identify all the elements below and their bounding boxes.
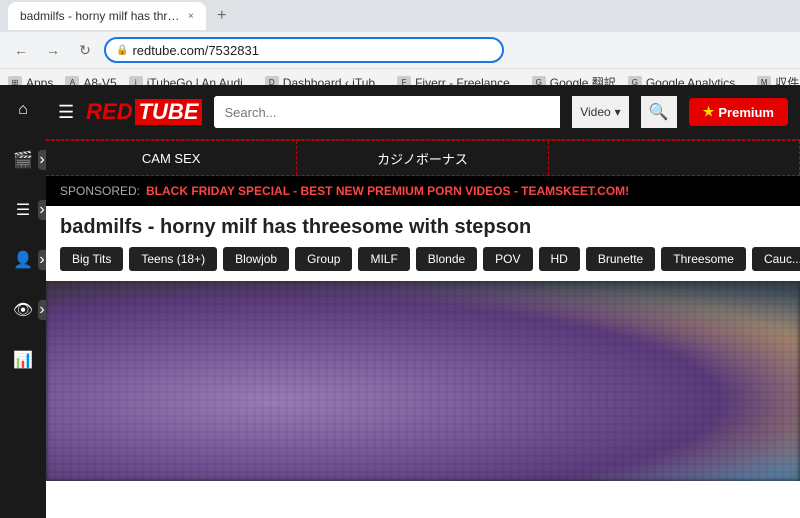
pixel-overlay (46, 281, 800, 481)
tag-threesome[interactable]: Threesome (661, 247, 746, 271)
tag-hd[interactable]: HD (539, 247, 580, 271)
sponsored-link[interactable]: BLACK FRIDAY SPECIAL - BEST NEW PREMIUM … (146, 184, 629, 198)
chevron-down-icon: ▾ (615, 105, 621, 119)
site-header: ☰ REDTUBE Video ▾ 🔍 ★ Premium (46, 85, 800, 140)
url-text: redtube.com/7532831 (132, 43, 492, 58)
sidebar-categories[interactable]: ☰ › (0, 185, 46, 235)
tag-teens[interactable]: Teens (18+) (129, 247, 217, 271)
premium-button[interactable]: ★ Premium (689, 98, 788, 126)
active-tab[interactable]: badmilfs - horny milf has thre... × (8, 2, 206, 30)
hamburger-menu[interactable]: ☰ (58, 102, 74, 123)
tab-bar: badmilfs - horny milf has thre... × + (0, 0, 800, 32)
nav-strip: CAM SEX カジノボーナス (46, 140, 800, 176)
search-input[interactable] (224, 105, 550, 120)
site-logo[interactable]: REDTUBE (86, 99, 202, 125)
sidebar-home[interactable]: ⌂ (0, 85, 46, 135)
sidebar-discover[interactable]: 👁 › (0, 285, 46, 335)
premium-label: Premium (718, 105, 774, 120)
sponsored-bar: SPONSORED: BLACK FRIDAY SPECIAL - BEST N… (46, 176, 800, 206)
video-title: badmilfs - horny milf has threesome with… (46, 206, 800, 247)
sidebar: ⌂ 🎬 › ☰ › 👤 › 👁 › 📊 (0, 85, 46, 518)
back-button[interactable]: ← (8, 37, 34, 63)
site-content: ⌂ 🎬 › ☰ › 👤 › 👁 › 📊 ☰ REDTUBE (0, 85, 800, 518)
expand-arrow-3[interactable]: › (38, 250, 46, 270)
refresh-button[interactable]: ↻ (72, 37, 98, 63)
nav-casino[interactable]: カジノボーナス (297, 141, 548, 175)
expand-arrow-2[interactable]: › (38, 200, 46, 220)
tab-close-button[interactable]: × (188, 11, 194, 22)
main-content: SPONSORED: BLACK FRIDAY SPECIAL - BEST N… (46, 176, 800, 518)
new-tab-button[interactable]: + (210, 4, 234, 28)
nav-more[interactable] (549, 141, 800, 175)
expand-arrow[interactable]: › (38, 150, 46, 170)
search-bar (214, 96, 560, 128)
search-type-dropdown[interactable]: Video ▾ (572, 96, 629, 128)
stats-icon: 📊 (13, 350, 33, 370)
video-icon: 🎬 (13, 150, 33, 170)
logo-tube-text: TUBE (135, 99, 203, 125)
nav-cam-sex[interactable]: CAM SEX (46, 141, 297, 175)
search-icon: 🔍 (649, 102, 669, 122)
sidebar-account[interactable]: 👤 › (0, 235, 46, 285)
sidebar-stats[interactable]: 📊 (0, 335, 46, 385)
sidebar-videos[interactable]: 🎬 › (0, 135, 46, 185)
tag-brunette[interactable]: Brunette (586, 247, 655, 271)
discover-icon: 👁 (13, 300, 33, 320)
tag-cauc[interactable]: Cauc... (752, 247, 800, 271)
address-bar[interactable]: 🔒 redtube.com/7532831 (104, 37, 504, 63)
tag-milf[interactable]: MILF (358, 247, 409, 271)
search-type-label: Video (580, 105, 610, 119)
categories-icon: ☰ (16, 200, 30, 220)
tab-title: badmilfs - horny milf has thre... (20, 9, 180, 23)
tag-big-tits[interactable]: Big Tits (60, 247, 123, 271)
star-icon: ★ (703, 104, 715, 120)
logo-red-text: RED (86, 99, 132, 125)
tag-blonde[interactable]: Blonde (416, 247, 477, 271)
sponsored-label: SPONSORED: (60, 184, 140, 198)
tag-pov[interactable]: POV (483, 247, 532, 271)
navigation-bar: ← → ↻ 🔒 redtube.com/7532831 (0, 32, 800, 68)
forward-button[interactable]: → (40, 37, 66, 63)
home-icon: ⌂ (18, 101, 28, 119)
account-icon: 👤 (13, 250, 33, 270)
tag-group[interactable]: Group (295, 247, 352, 271)
lock-icon: 🔒 (116, 45, 128, 56)
expand-arrow-4[interactable]: › (38, 300, 46, 320)
video-player[interactable] (46, 281, 800, 481)
tags-row: Big Tits Teens (18+) Blowjob Group MILF … (46, 247, 800, 281)
search-button[interactable]: 🔍 (641, 96, 677, 128)
tag-blowjob[interactable]: Blowjob (223, 247, 289, 271)
